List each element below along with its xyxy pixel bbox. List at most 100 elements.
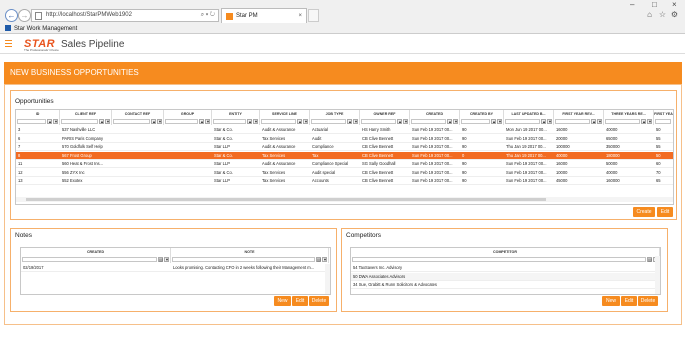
filter-funnel-icon[interactable]: ▼: [547, 119, 552, 124]
filter-funnel-icon[interactable]: ▼: [353, 119, 358, 124]
opportunities-filter-input[interactable]: [113, 119, 150, 124]
settings-gear-icon[interactable]: ⚙: [670, 10, 679, 19]
filter-options-icon[interactable]: ▲▼: [447, 119, 456, 124]
filter-funnel-icon[interactable]: ▼: [403, 119, 408, 124]
opportunities-header-cell[interactable]: THREE YEARS RE...: [604, 110, 654, 118]
opportunities-filter-input[interactable]: [655, 119, 671, 124]
competitors-new-button[interactable]: New: [602, 296, 620, 306]
filter-options-icon[interactable]: ▤: [316, 257, 321, 262]
opportunities-filter-input[interactable]: [17, 119, 46, 124]
competitors-row[interactable]: 34 Sue, Grabitt & Runn Solicitors & Advo…: [351, 281, 660, 289]
opportunities-header-cell[interactable]: FIRST YEA: [654, 110, 673, 118]
filter-funnel-icon[interactable]: ▼: [253, 119, 258, 124]
notes-row[interactable]: 02/19/2017 Looks promising. Contacting CF…: [21, 264, 329, 272]
address-tools[interactable]: ⌕ ▾ ↻: [201, 10, 215, 21]
filter-options-icon[interactable]: ▲▼: [541, 119, 550, 124]
filter-options-icon[interactable]: ▲▼: [491, 119, 500, 124]
filter-options-icon[interactable]: ▤: [647, 257, 652, 262]
competitors-row[interactable]: 54 TaxSavers Inc. Advisory: [351, 264, 660, 272]
opportunities-row[interactable]: 11 560 Heat & Frost Ins... Star LLP Audit &…: [16, 160, 673, 168]
opportunities-filter-input[interactable]: [411, 119, 446, 124]
close-tab-icon[interactable]: ×: [298, 9, 302, 23]
favorite-link[interactable]: Star Work Management: [14, 26, 77, 32]
opportunities-filter-input[interactable]: [555, 119, 590, 124]
forward-icon[interactable]: →: [18, 9, 31, 22]
opportunities-filter-input[interactable]: [311, 119, 346, 124]
filter-options-icon[interactable]: ▲▼: [397, 119, 406, 124]
filter-options-icon[interactable]: ▤: [158, 257, 163, 262]
notes-edit-button[interactable]: Edit: [292, 296, 308, 306]
filter-options-icon[interactable]: ▲▼: [151, 119, 160, 124]
opportunities-row[interactable]: 7 570 Goldfolk Self Help Star LLP Audit & A…: [16, 143, 673, 151]
scrollbar-thumb[interactable]: [26, 198, 546, 201]
opportunities-header-cell[interactable]: JOB TYPE: [310, 110, 360, 118]
opportunities-header-cell[interactable]: CONTACT REF: [112, 110, 164, 118]
opportunities-row[interactable]: 13 552 Exotex Star LLP Tax Services Accounts…: [16, 177, 673, 185]
competitors-edit-button[interactable]: Edit: [621, 296, 637, 306]
opportunities-row[interactable]: 8 567 Frost Group Star & Co. Tax Services Ta…: [16, 151, 673, 160]
filter-funnel-icon[interactable]: ▼: [105, 119, 110, 124]
opportunities-row[interactable]: 3 537 Nashville LLC Star & Co. Audit & Assu…: [16, 126, 673, 134]
filter-funnel-icon[interactable]: ▼: [453, 119, 458, 124]
opportunities-filter-input[interactable]: [605, 119, 640, 124]
filter-funnel-icon[interactable]: ▼: [164, 257, 169, 262]
opportunities-filter-input[interactable]: [165, 119, 198, 124]
address-bar[interactable]: http://localhost/StarPMWeb1902 ⌕ ▾ ↻: [31, 9, 219, 22]
filter-options-icon[interactable]: ▲▼: [247, 119, 256, 124]
filter-funnel-icon[interactable]: ▼: [322, 257, 327, 262]
opportunities-filter-input[interactable]: [461, 119, 490, 124]
filter-options-icon[interactable]: ▲▼: [641, 119, 650, 124]
opportunities-header-cell[interactable]: FIRST YEAR REV...: [554, 110, 604, 118]
opportunities-filter-input[interactable]: [213, 119, 246, 124]
filter-funnel-icon[interactable]: ▼: [647, 119, 652, 124]
opportunities-filter-input[interactable]: [61, 119, 98, 124]
filter-funnel-icon[interactable]: ▼: [303, 119, 308, 124]
competitors-delete-button[interactable]: Delete: [638, 296, 658, 306]
filter-options-icon[interactable]: ▲▼: [591, 119, 600, 124]
opportunities-filter-input[interactable]: [505, 119, 540, 124]
opportunities-filter-input[interactable]: [361, 119, 396, 124]
horizontal-scrollbar[interactable]: [16, 197, 673, 202]
notes-filter-input[interactable]: [22, 257, 157, 262]
opportunities-header-cell[interactable]: CLIENT REF: [60, 110, 112, 118]
opportunities-header-cell[interactable]: LAST UPDATED B...: [504, 110, 554, 118]
filter-options-icon[interactable]: ▲▼: [347, 119, 356, 124]
filter-funnel-icon[interactable]: ▼: [597, 119, 602, 124]
filter-funnel-icon[interactable]: ▼: [205, 119, 210, 124]
opportunities-header-cell[interactable]: SERVICE LINE: [260, 110, 310, 118]
opportunities-header-cell[interactable]: OWNER REF: [360, 110, 410, 118]
opportunities-filter-input[interactable]: [261, 119, 296, 124]
notes-delete-button[interactable]: Delete: [309, 296, 329, 306]
filter-funnel-icon[interactable]: ▼: [53, 119, 58, 124]
create-button[interactable]: Create: [633, 207, 655, 217]
minimize-icon[interactable]: –: [630, 0, 634, 9]
opportunities-header-cell[interactable]: ENTITY: [212, 110, 260, 118]
notes-header-cell[interactable]: CREATED: [21, 248, 171, 256]
notes-header-cell[interactable]: NOTE: [171, 248, 329, 256]
new-tab-button[interactable]: [308, 9, 319, 22]
competitors-filter-input[interactable]: [352, 257, 646, 262]
opportunities-header-cell[interactable]: CREATED: [410, 110, 460, 118]
close-window-icon[interactable]: ×: [672, 0, 677, 9]
competitors-vertical-scrollbar[interactable]: [655, 256, 660, 294]
home-icon[interactable]: ⌂: [645, 10, 654, 19]
opportunities-header-cell[interactable]: CREATED BY: [460, 110, 504, 118]
opportunities-header-cell[interactable]: ID: [16, 110, 60, 118]
back-icon[interactable]: ←: [5, 9, 18, 22]
opportunities-header-cell[interactable]: GROUP: [164, 110, 212, 118]
filter-options-icon[interactable]: ▲▼: [99, 119, 108, 124]
browser-tab[interactable]: Star PM ×: [221, 8, 307, 23]
opportunities-row[interactable]: 12 556 ZYX Inc Star & Co. Tax Services Audit…: [16, 169, 673, 177]
filter-funnel-icon[interactable]: ▼: [497, 119, 502, 124]
restore-icon[interactable]: □: [652, 0, 657, 9]
filter-funnel-icon[interactable]: ▼: [157, 119, 162, 124]
notes-new-button[interactable]: New: [274, 296, 291, 306]
edit-button[interactable]: Edit: [657, 207, 673, 217]
competitors-row[interactable]: 50 DWA Associates Advisors: [351, 272, 660, 281]
filter-options-icon[interactable]: ▲▼: [297, 119, 306, 124]
favorites-star-icon[interactable]: ☆: [658, 10, 667, 19]
filter-options-icon[interactable]: ▲▼: [47, 119, 56, 124]
menu-icon[interactable]: [5, 40, 12, 47]
competitors-header-cell[interactable]: COMPETITOR: [351, 248, 660, 256]
opportunities-row[interactable]: 6 PARIS Paris Company Star & Co. Tax Servic…: [16, 135, 673, 143]
